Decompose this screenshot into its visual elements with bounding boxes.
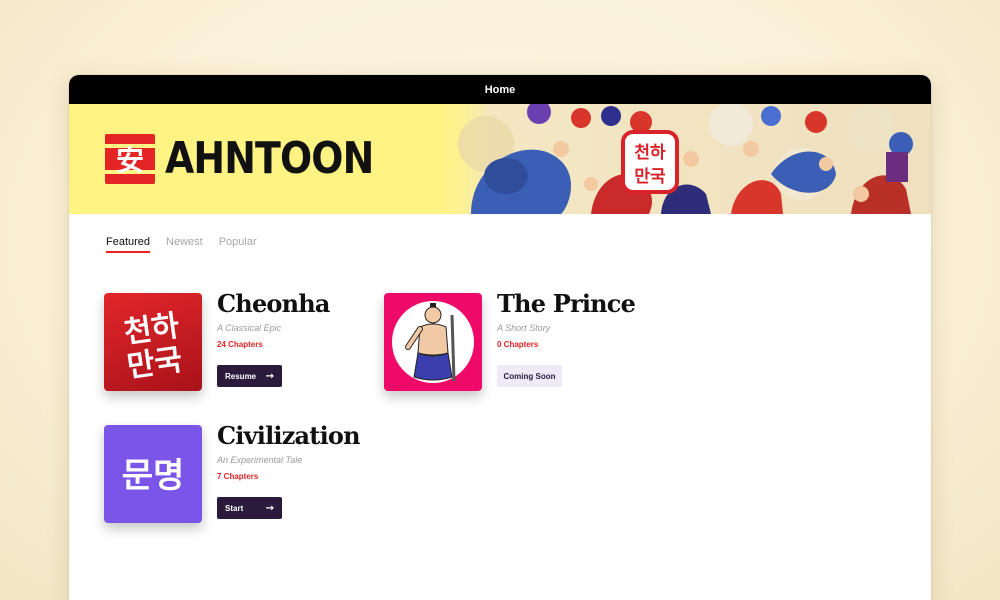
start-button-label: Start — [225, 503, 244, 513]
series-cover-cheonha[interactable]: 천하 만국 — [104, 293, 202, 391]
series-title[interactable]: Civilization — [217, 421, 361, 450]
start-button[interactable]: Start → — [217, 497, 282, 519]
coming-soon-label: Coming Soon — [503, 371, 556, 381]
series-chapter-count: 7 Chapters — [217, 472, 259, 481]
series-subtitle: A Classical Epic — [217, 323, 282, 333]
arrow-right-icon: → — [265, 370, 274, 382]
tab-featured[interactable]: Featured — [106, 236, 151, 253]
series-title[interactable]: The Prince — [497, 289, 636, 318]
series-chapter-count: 24 Chapters — [217, 340, 263, 349]
series-title[interactable]: Cheonha — [217, 289, 330, 318]
banner-title-top: 천하 — [634, 143, 666, 163]
series-cover-civilization[interactable]: 문명 — [104, 425, 202, 523]
tab-newest[interactable]: Newest — [166, 236, 203, 253]
coming-soon-button[interactable]: Coming Soon — [497, 365, 562, 387]
resume-button-label: Resume — [225, 371, 257, 381]
banner-illustration: 천하 만국 — [431, 104, 931, 214]
series-cover-the-prince[interactable] — [384, 293, 482, 391]
tab-popular[interactable]: Popular — [219, 236, 257, 253]
logo-mark-icon: 安 — [105, 133, 155, 184]
series-chapter-count: 0 Chapters — [497, 340, 539, 349]
series-card-cheonha: 천하 만국 Cheonha A Classical Epic 24 Chapte… — [104, 289, 404, 393]
arrow-right-icon: → — [265, 502, 274, 514]
resume-button[interactable]: Resume → — [217, 365, 282, 387]
brand-logo[interactable]: 安 AHNTOON — [105, 133, 407, 184]
banner-title-bottom: 만국 — [634, 167, 666, 187]
window-title: Home — [69, 75, 931, 104]
svg-text:문명: 문명 — [122, 456, 185, 496]
series-subtitle: An Experimental Tale — [217, 455, 303, 465]
tab-bar: Featured Newest Popular — [106, 236, 257, 253]
series-subtitle: A Short Story — [497, 323, 551, 333]
header-banner: 安 AHNTOON 천하 만국 — [69, 104, 931, 214]
series-card-the-prince: The Prince A Short Story 0 Chapters Comi… — [384, 289, 684, 393]
app-window: Home 安 AHNTOON 천하 만국 Featured Newest Pop… — [69, 75, 931, 600]
series-card-civilization: 문명 Civilization An Experimental Tale 7 C… — [104, 421, 404, 525]
svg-text:만국: 만국 — [125, 342, 185, 384]
brand-name: AHNTOON — [165, 133, 374, 184]
logo-mark-glyph: 安 — [115, 143, 144, 177]
